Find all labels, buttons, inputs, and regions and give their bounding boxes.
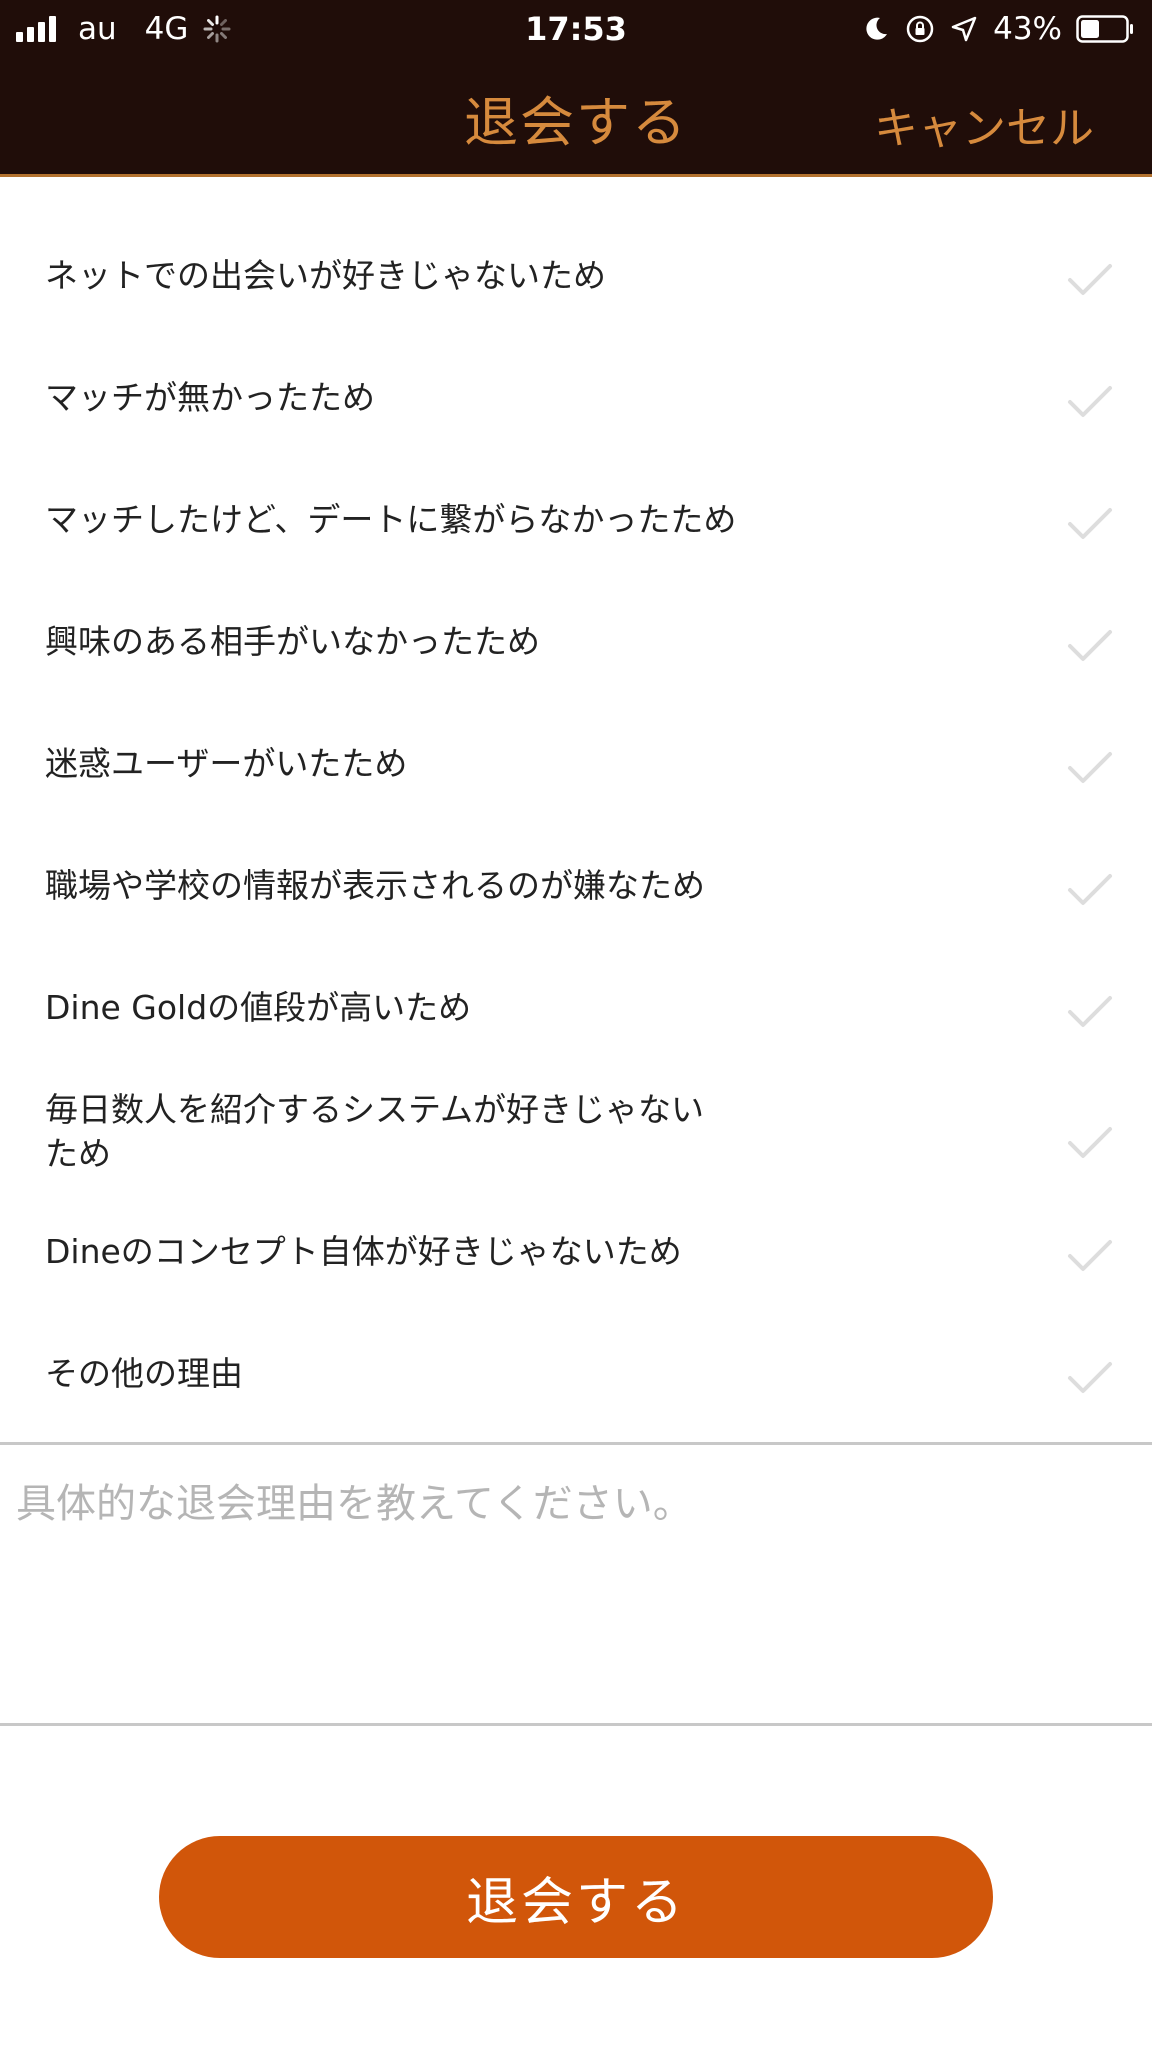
reason-option[interactable]: 職場や学校の情報が表示されるのが嫌なため: [0, 844, 1152, 936]
location-arrow-icon: [951, 16, 977, 42]
reason-option-label: マッチしたけど、デートに繋がらなかったため: [45, 500, 737, 539]
reason-option[interactable]: 毎日数人を紹介するシステムが好きじゃない ため: [0, 1068, 1152, 1218]
reason-option-label: 職場や学校の情報が表示されるのが嫌なため: [45, 866, 705, 905]
battery-percent: 43%: [993, 11, 1062, 47]
reason-option-label: 興味のある相手がいなかったため: [45, 622, 540, 661]
checkmark-icon: [1068, 264, 1112, 295]
reason-option[interactable]: マッチしたけど、デートに繋がらなかったため: [0, 478, 1152, 570]
reason-option-label: その他の理由: [45, 1354, 243, 1393]
orientation-lock-icon: [906, 15, 934, 43]
reason-option-label: Dineのコンセプト自体が好きじゃないため: [45, 1232, 682, 1271]
checkmark-icon: [1068, 386, 1112, 417]
checkmark-icon: [1068, 752, 1112, 783]
reason-option-label: マッチが無かったため: [45, 378, 375, 417]
checkmark-icon: [1068, 630, 1112, 661]
reason-detail-box: [0, 1442, 1152, 1726]
app-header: au 4G 17:53 43% 退会する キャンセル: [0, 0, 1152, 177]
checkmark-icon: [1068, 508, 1112, 539]
reason-option-label: 迷惑ユーザーがいたため: [45, 744, 408, 783]
checkmark-icon: [1068, 874, 1112, 905]
checkmark-icon: [1068, 1240, 1112, 1271]
moon-icon: [866, 17, 888, 40]
cancel-button[interactable]: キャンセル: [874, 92, 1094, 156]
status-bar: au 4G 17:53 43%: [0, 0, 1152, 58]
battery-icon: [1076, 15, 1133, 43]
checkmark-icon: [1068, 1362, 1112, 1393]
reason-detail-input[interactable]: [0, 1445, 1152, 1723]
reason-option[interactable]: ネットでの出会いが好きじゃないため: [0, 234, 1152, 326]
reason-option-label: ネットでの出会いが好きじゃないため: [45, 256, 606, 295]
reason-option-label: 毎日数人を紹介するシステムが好きじゃない ため: [45, 1090, 705, 1173]
checkmark-icon: [1068, 996, 1112, 1027]
checkmark-icon: [1068, 1127, 1112, 1158]
reason-option[interactable]: Dine Goldの値段が高いため: [0, 966, 1152, 1058]
reason-option[interactable]: Dineのコンセプト自体が好きじゃないため: [0, 1210, 1152, 1302]
reason-option[interactable]: 迷惑ユーザーがいたため: [0, 722, 1152, 814]
status-right: 43%: [861, 10, 1134, 48]
reason-option-label: Dine Goldの値段が高いため: [45, 988, 472, 1027]
reason-option[interactable]: 興味のある相手がいなかったため: [0, 600, 1152, 692]
reason-option[interactable]: マッチが無かったため: [0, 356, 1152, 448]
withdraw-button[interactable]: 退会する: [159, 1836, 993, 1958]
reason-option[interactable]: その他の理由: [0, 1332, 1152, 1424]
